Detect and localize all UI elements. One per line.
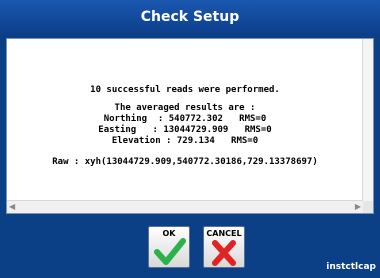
results-text-area: 10 successful reads were performed. The … bbox=[7, 39, 363, 201]
averaged-header: The averaged results are : bbox=[114, 103, 256, 113]
northing-value: Northing : 540772.302 RMS=0 bbox=[103, 114, 267, 124]
summary-text: 10 successful reads were performed. bbox=[90, 85, 280, 95]
elevation-value: Elevation : 729.134 RMS=0 bbox=[111, 136, 259, 146]
checkmark-icon bbox=[154, 238, 186, 265]
raw-value: Raw : xyh(13044729.909,540772.30186,729.… bbox=[52, 157, 318, 167]
dialog-title: Check Setup bbox=[140, 9, 240, 25]
vertical-scrollbar[interactable] bbox=[362, 39, 373, 201]
title-bar: Check Setup bbox=[0, 0, 380, 34]
easting-value: Easting : 13044729.909 RMS=0 bbox=[98, 125, 272, 135]
horizontal-scrollbar[interactable]: ◀ ▶ bbox=[7, 200, 363, 213]
scrollbar-corner bbox=[363, 201, 373, 213]
ok-button[interactable]: OK bbox=[148, 226, 190, 268]
watermark-text: instctlcap bbox=[326, 262, 376, 272]
scroll-right-icon[interactable]: ▶ bbox=[355, 202, 361, 211]
x-icon bbox=[212, 240, 236, 266]
results-panel: 10 successful reads were performed. The … bbox=[6, 38, 374, 214]
scroll-left-icon[interactable]: ◀ bbox=[9, 202, 15, 211]
cancel-button[interactable]: CANCEL bbox=[203, 226, 245, 268]
